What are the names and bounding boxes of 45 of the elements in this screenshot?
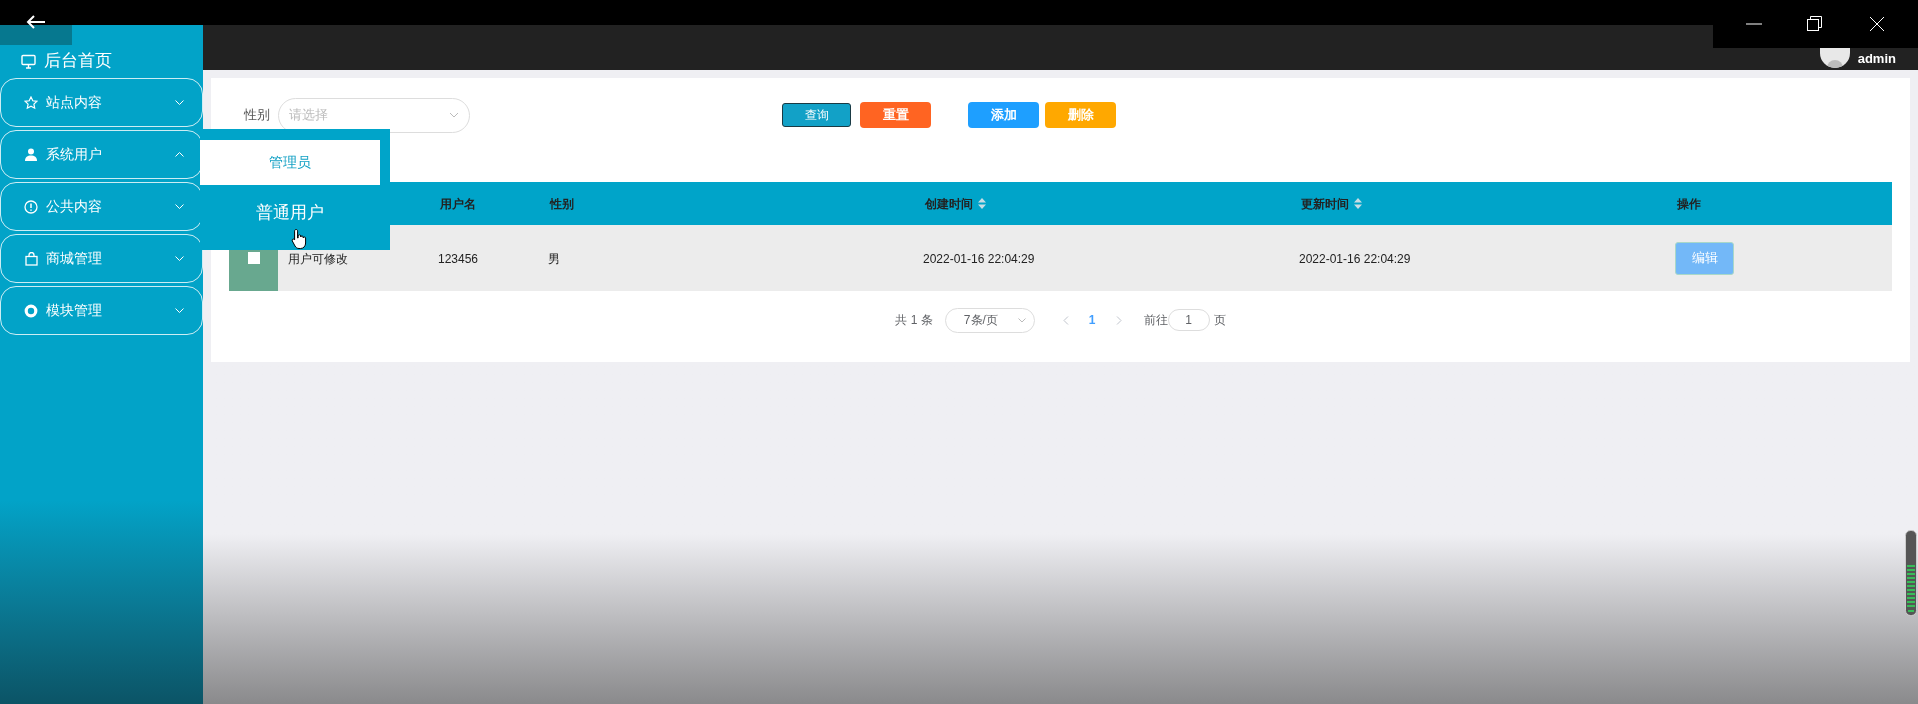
back-arrow-icon (26, 14, 46, 30)
edit-button[interactable]: 编辑 (1675, 241, 1734, 275)
chevron-down-icon (1017, 317, 1026, 323)
sidebar-menu-item[interactable]: 站点内容 (0, 78, 203, 127)
home-link[interactable]: 后台首页 (44, 47, 112, 73)
column-header[interactable]: 更新时间 (1301, 194, 1349, 213)
table-cell: 123456 (438, 252, 479, 266)
goto-label: 前往 (1143, 312, 1168, 329)
table-cell: 2022-01-16 22:04:29 (923, 252, 1035, 266)
sort-icon[interactable] (1354, 198, 1362, 209)
sidebar-menu-item[interactable]: 模块管理 (0, 286, 203, 335)
column-header: 用户名 (440, 195, 476, 213)
user-icon (25, 148, 37, 161)
pointer-cursor-icon (291, 228, 309, 250)
submenu-item[interactable]: 普通用户 (200, 185, 380, 240)
close-icon[interactable] (1869, 16, 1886, 32)
reset-button[interactable]: 重置 (860, 102, 931, 128)
table-cell: 2022-01-16 22:04:29 (1299, 252, 1411, 266)
restore-icon[interactable] (1807, 16, 1824, 32)
username: admin (1857, 50, 1896, 68)
delete-button[interactable]: 删除 (1045, 102, 1116, 128)
table-cell: 男 (548, 252, 560, 266)
ring-icon (24, 303, 38, 318)
sort-icon[interactable] (978, 198, 986, 209)
table-cell: 用户可修改 (288, 252, 348, 266)
star-icon (24, 95, 38, 110)
volume-meter-icon (1905, 530, 1917, 616)
bag-icon (24, 251, 38, 266)
column-header: 性别 (550, 195, 574, 213)
monitor-icon (21, 54, 36, 69)
goto-page-field[interactable]: 1 (1167, 309, 1210, 331)
column-header[interactable]: 创建时间 (925, 194, 973, 213)
add-button[interactable]: 添加 (968, 102, 1039, 128)
submenu-item[interactable]: 管理员 (200, 140, 380, 185)
chevron-down-icon (449, 112, 459, 118)
goto-suffix: 页 (1213, 312, 1226, 329)
filter-label: 性别 (244, 106, 270, 125)
search-button[interactable]: 查询 (782, 103, 851, 127)
avatar-icon (1819, 46, 1850, 68)
page-number[interactable]: 1 (1088, 311, 1096, 329)
total-count: 共 1 条 (895, 312, 933, 329)
row-checkbox[interactable] (247, 252, 260, 264)
info-icon (24, 199, 38, 214)
minimize-icon[interactable] (1745, 23, 1762, 25)
column-header: 操作 (1677, 195, 1701, 213)
